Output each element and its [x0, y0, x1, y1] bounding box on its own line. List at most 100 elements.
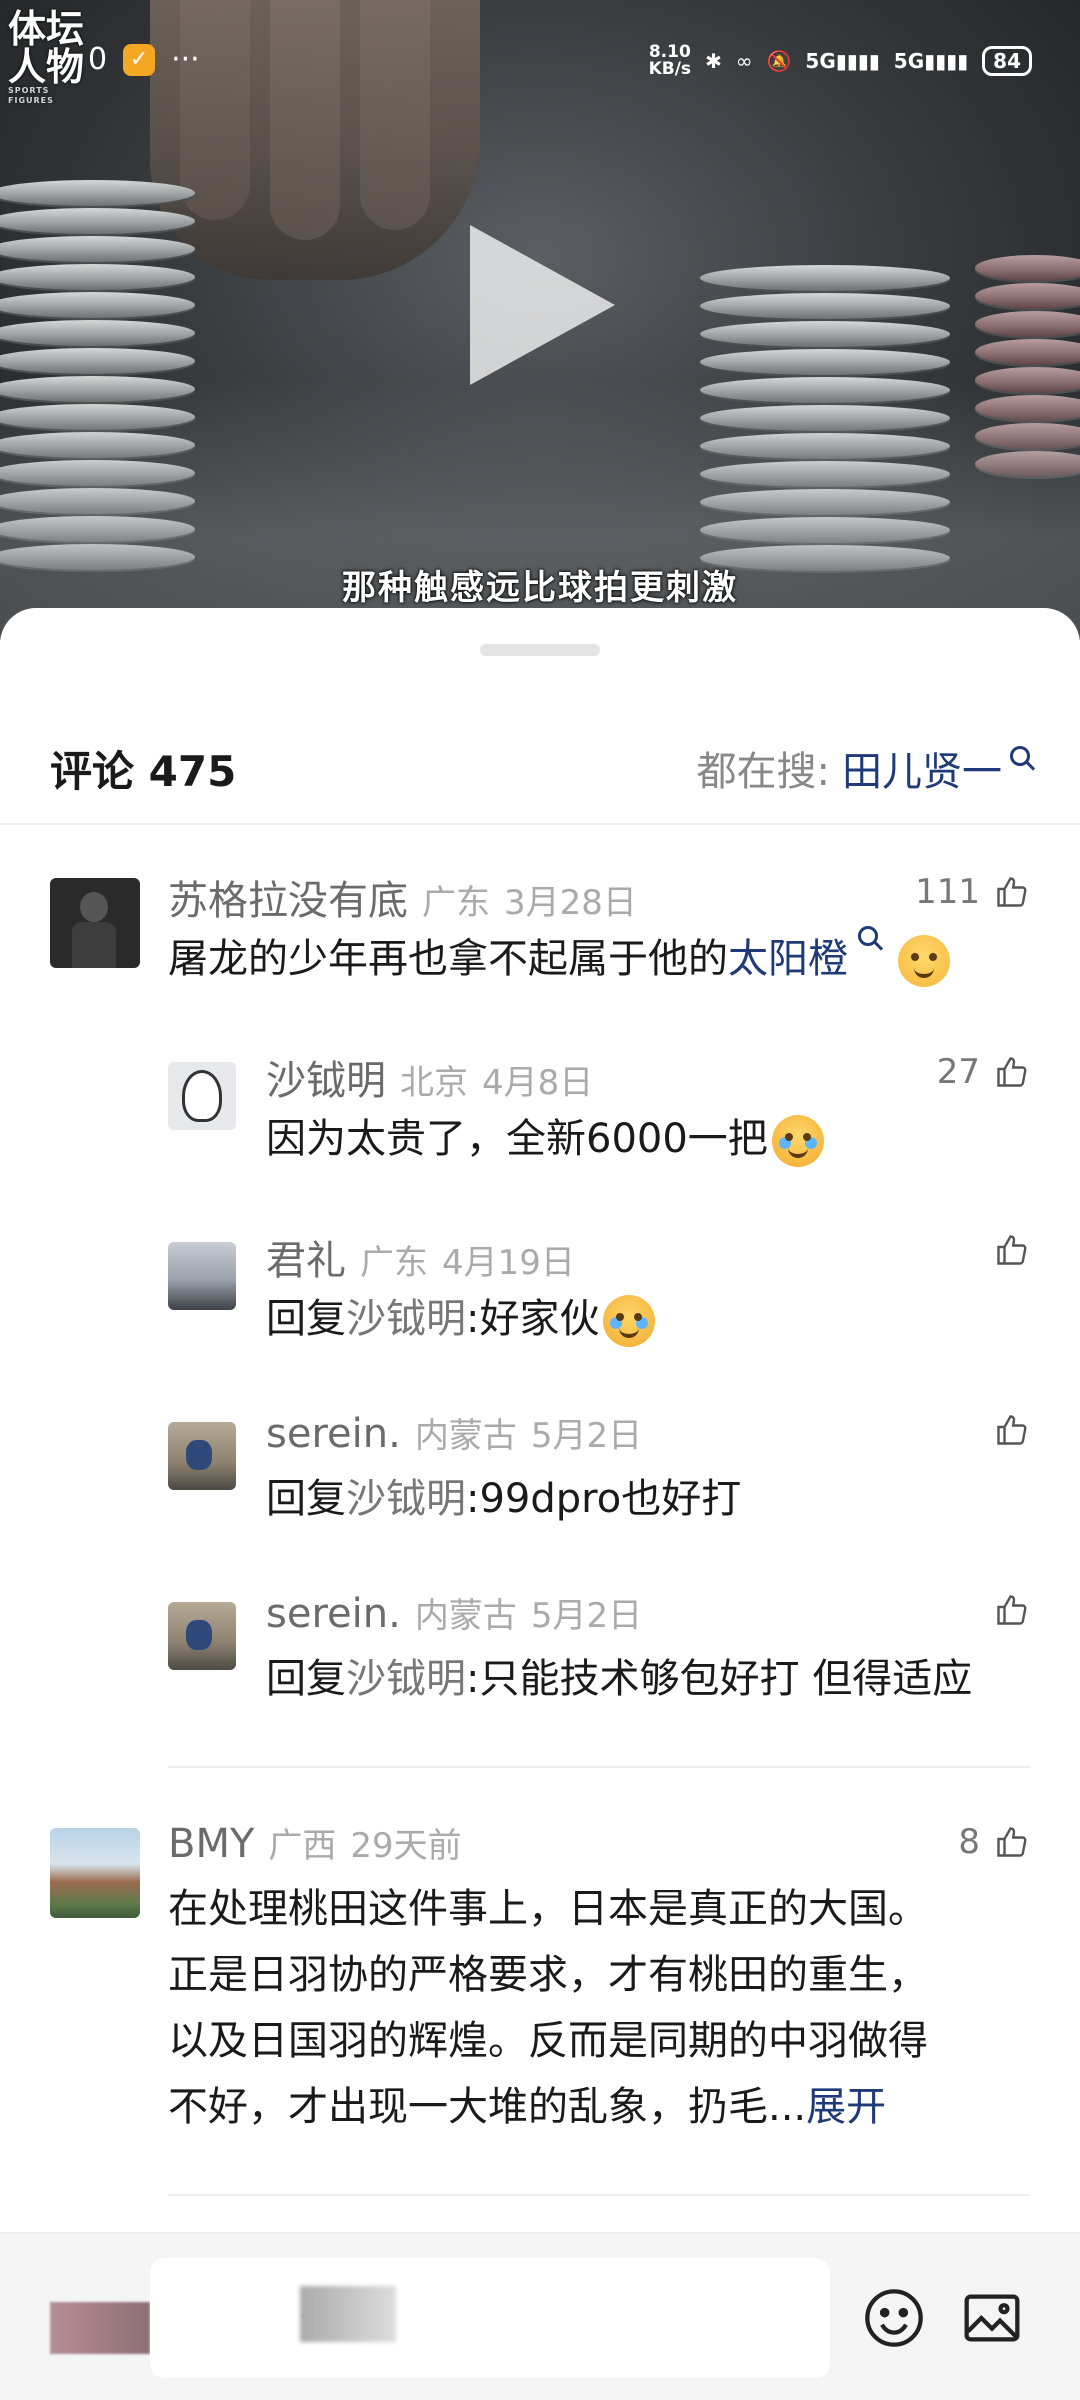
like-count: 27 — [936, 1052, 980, 1092]
avatar[interactable] — [50, 1828, 140, 1918]
date: 5月2日 — [530, 1596, 643, 1636]
comment-meta: serein. 内蒙古 5月2日 — [266, 1408, 642, 1457]
mention-link[interactable]: 沙钺明 — [346, 1656, 466, 1702]
reply-prefix: 回复 — [266, 1656, 346, 1702]
search-icon — [858, 926, 878, 946]
comment-input-bar: 论: — [0, 2232, 1080, 2400]
cry-laugh-emoji-icon — [603, 1295, 656, 1347]
comment-text-main: :好家伙 — [466, 1296, 600, 1342]
signal-sim2-icon: 5G▮▮▮▮ — [893, 49, 969, 73]
cry-laugh-emoji-icon — [771, 1115, 824, 1167]
username[interactable]: serein. — [266, 1411, 401, 1457]
like-count: 111 — [915, 872, 980, 912]
comment-text-main: :99dpro也好打 — [466, 1476, 742, 1522]
comment-meta: 苏格拉没有底 广东 3月28日 — [168, 868, 637, 926]
thumb-up-icon — [994, 1824, 1030, 1860]
mention-link[interactable]: 沙钺明 — [346, 1296, 466, 1342]
avatar[interactable] — [168, 1242, 236, 1310]
mention-link[interactable]: 沙钺明 — [346, 1476, 466, 1522]
comment-meta: BMY 广西 29天前 — [168, 1818, 462, 1867]
comment-item: 苏格拉没有底 广东 3月28日 111 屠龙的少年再也拿不起属于他的太阳橙 — [50, 868, 1030, 1028]
thumb-up-icon — [994, 1412, 1030, 1448]
status-bar: 0 ✓ ··· 8.10 KB/s ✱ ∞ 🔕 5G▮▮▮▮ 5G▮▮▮▮ 84 — [0, 40, 1080, 92]
bluetooth-icon: ✱ — [705, 49, 722, 73]
comments-count: 评论 475 — [50, 746, 237, 796]
reply-item: serein. 内蒙古 5月2日 回复沙钺明:99dpro也好打 — [50, 1408, 1030, 1548]
username[interactable]: 君礼 — [266, 1228, 346, 1286]
comment-text: 回复沙钺明:99dpro也好打 — [266, 1466, 741, 1532]
comment-text: 回复沙钺明:好家伙 — [266, 1286, 656, 1352]
network-speed-unit: KB/s — [648, 59, 692, 79]
username[interactable]: BMY — [168, 1821, 254, 1867]
location: 广西 — [268, 1826, 337, 1866]
signal-sim1-icon: 5G▮▮▮▮ — [805, 49, 880, 73]
drag-handle[interactable] — [480, 644, 600, 656]
sim2-label: 5G — [893, 49, 925, 73]
comment-text: 在处理桃田这件事上，日本是真正的大国。 正是日羽协的严格要求，才有桃田的重生， … — [168, 1876, 928, 2140]
location: 广东 — [422, 883, 490, 923]
status-digit: 0 — [88, 42, 108, 77]
like-button[interactable] — [994, 1592, 1030, 1628]
username[interactable]: 苏格拉没有底 — [168, 868, 408, 926]
emoji-icon[interactable] — [862, 2286, 926, 2350]
comment-line: 在处理桃田这件事上，日本是真正的大国。 — [168, 1886, 928, 1932]
avatar[interactable] — [50, 878, 140, 968]
location: 内蒙古 — [414, 1596, 517, 1636]
location: 内蒙古 — [414, 1416, 517, 1456]
redacted-block — [300, 2286, 396, 2342]
username[interactable]: 沙钺明 — [266, 1048, 386, 1106]
thumb-up-icon — [994, 1592, 1030, 1628]
image-icon[interactable] — [960, 2286, 1024, 2350]
location: 北京 — [400, 1063, 468, 1103]
battery-icon: 84 — [982, 46, 1032, 76]
avatar[interactable] — [168, 1062, 236, 1130]
comment-line-last: 不好，才出现一大堆的乱象，扔毛...展开 — [168, 2074, 928, 2140]
network-speed: 8.10 KB/s — [649, 44, 691, 78]
date: 29天前 — [350, 1826, 462, 1866]
play-icon[interactable] — [470, 225, 615, 385]
battery-level: 84 — [993, 49, 1021, 73]
trending-search-term[interactable]: 田儿贤一 — [842, 739, 1002, 797]
comments-sheet: 评论 475 都在搜: 田儿贤一 苏格拉没有底 广东 3月28日 111 屠龙的… — [0, 608, 1080, 2400]
comment-item: BMY 广西 29天前 8 在处理桃田这件事上，日本是真正的大国。 正是日羽协的… — [50, 1818, 1030, 2148]
comment-text: 因为太贵了，全新6000一把 — [266, 1106, 824, 1172]
trending-search[interactable]: 都在搜: 田儿贤一 — [697, 739, 1030, 797]
video-player[interactable]: 体坛 人物 SPORTS FIGURES 0 ✓ ··· 8.10 KB/s ✱… — [0, 0, 1080, 640]
avatar[interactable] — [168, 1602, 236, 1670]
reply-item: 君礼 广东 4月19日 回复沙钺明:好家伙 — [50, 1228, 1030, 1368]
comments-header: 评论 475 都在搜: 田儿贤一 — [50, 728, 1030, 808]
smile-emoji-icon — [898, 935, 950, 987]
like-button[interactable] — [994, 1232, 1030, 1268]
like-button[interactable] — [994, 1412, 1030, 1448]
date: 4月8日 — [482, 1063, 594, 1103]
like-button[interactable]: 27 — [937, 1052, 1030, 1092]
avatar[interactable] — [168, 1422, 236, 1490]
comment-line: 以及日国羽的辉煌。反而是同期的中羽做得 — [168, 2018, 928, 2064]
expand-link[interactable]: 展开 — [806, 2084, 886, 2130]
like-count: 8 — [958, 1822, 980, 1862]
mute-bell-icon: 🔕 — [766, 49, 792, 73]
keyword-link[interactable]: 太阳橙 — [728, 936, 848, 982]
thumb-up-icon — [994, 874, 1030, 910]
redacted-avatar — [50, 2302, 150, 2354]
date: 5月2日 — [530, 1416, 643, 1456]
thumb-up-icon — [994, 1054, 1030, 1090]
location: 广东 — [360, 1243, 428, 1283]
comment-input[interactable]: 论: — [150, 2258, 830, 2378]
thumb-up-icon — [994, 1232, 1030, 1268]
comment-text-main: 屠龙的少年再也拿不起属于他的 — [168, 936, 728, 982]
reply-prefix: 回复 — [266, 1476, 346, 1522]
like-button[interactable]: 8 — [958, 1822, 1030, 1862]
thread-divider — [168, 1766, 1030, 1768]
trending-search-prefix: 都在搜: — [696, 749, 830, 795]
username[interactable]: serein. — [266, 1591, 401, 1637]
header-divider — [0, 823, 1080, 825]
comment-line: 不好，才出现一大堆的乱象，扔毛... — [168, 2084, 807, 2130]
sim1-label: 5G — [805, 49, 836, 73]
video-subtitle: 那种触感远比球拍更刺激 — [342, 568, 738, 608]
comment-text: 回复沙钺明:只能技术够包好打 但得适应 — [266, 1646, 972, 1712]
comment-meta: serein. 内蒙古 5月2日 — [266, 1588, 642, 1637]
comment-text-main: :只能技术够包好打 但得适应 — [466, 1656, 973, 1702]
date: 3月28日 — [504, 883, 637, 923]
like-button[interactable]: 111 — [915, 872, 1030, 912]
